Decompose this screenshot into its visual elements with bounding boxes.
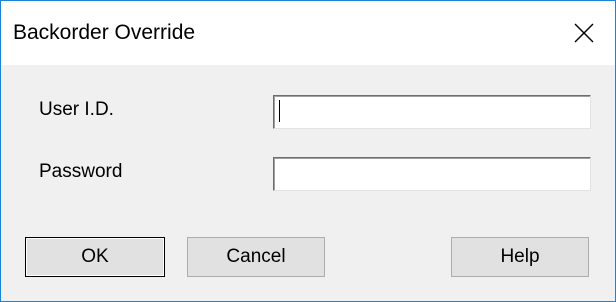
password-label: Password <box>39 161 123 182</box>
close-button[interactable] <box>553 1 615 65</box>
ok-button-label: OK <box>81 246 109 267</box>
backorder-override-dialog: Backorder Override User I.D. Password OK… <box>0 0 616 302</box>
user-id-label: User I.D. <box>39 99 114 120</box>
dialog-title: Backorder Override <box>13 21 196 44</box>
password-field[interactable] <box>273 157 591 191</box>
user-id-field[interactable] <box>273 95 591 129</box>
close-icon <box>574 23 594 43</box>
cancel-button-label: Cancel <box>226 246 286 267</box>
text-caret <box>279 100 280 122</box>
help-button-label: Help <box>500 246 540 267</box>
help-button[interactable]: Help <box>451 237 589 277</box>
ok-button[interactable]: OK <box>25 237 165 277</box>
cancel-button[interactable]: Cancel <box>187 237 325 277</box>
title-bar[interactable]: Backorder Override <box>1 1 615 65</box>
